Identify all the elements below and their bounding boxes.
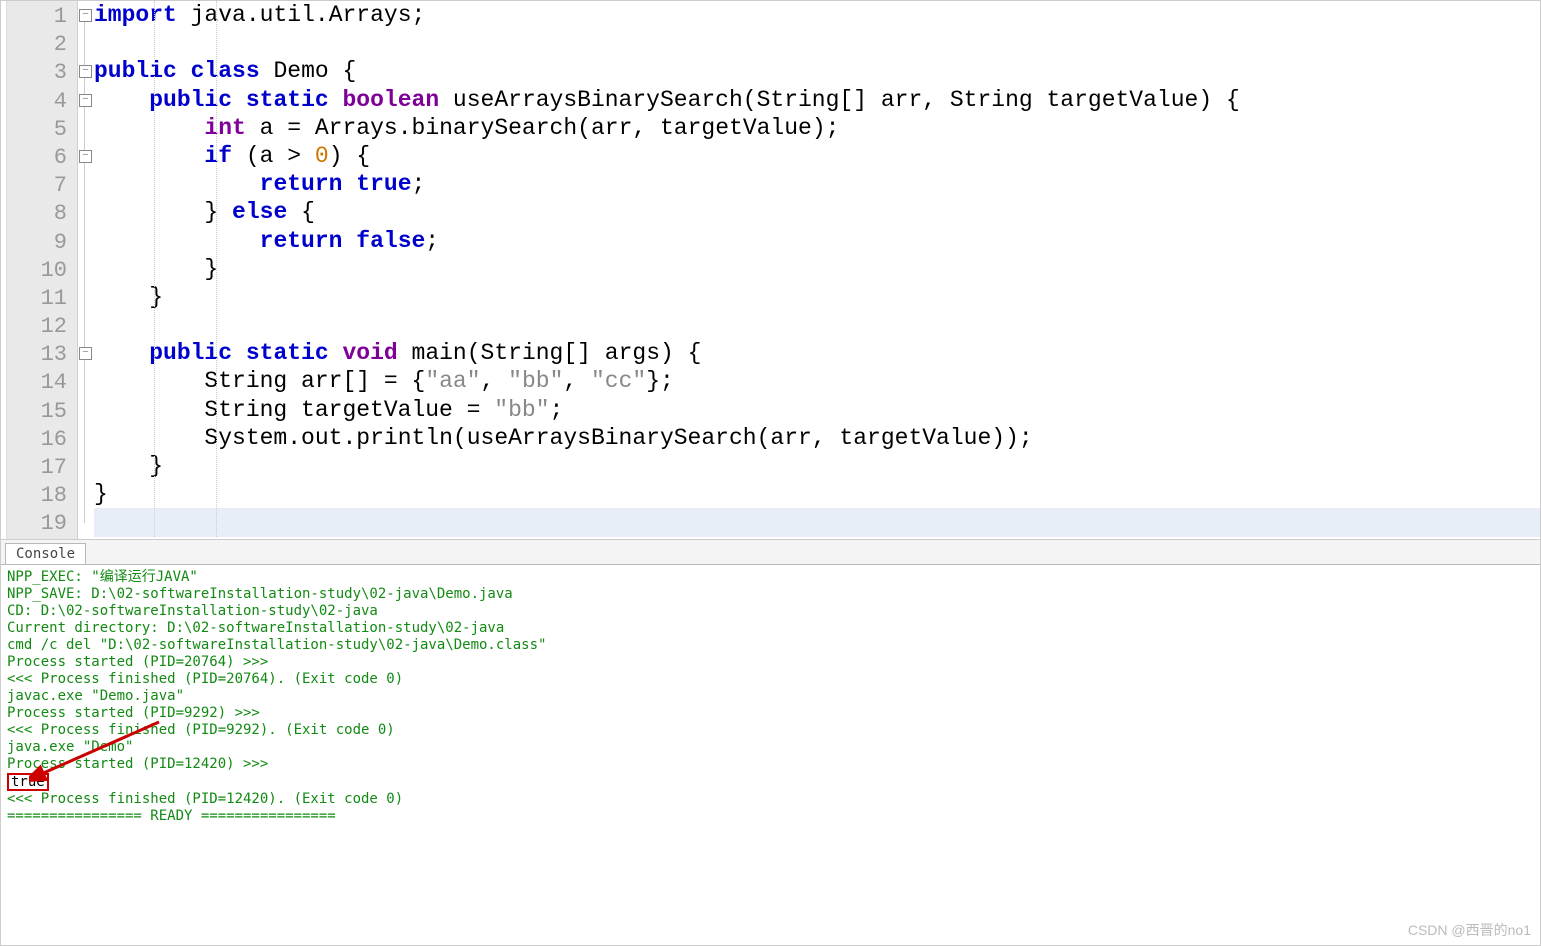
code-line[interactable]: }	[94, 480, 1540, 508]
console-line: <<< Process finished (PID=20764). (Exit …	[7, 671, 1534, 688]
line-number: 9	[7, 229, 77, 257]
line-number-gutter[interactable]: 12345678910111213141516171819	[7, 1, 78, 539]
console-output[interactable]: NPP_EXEC: "编译运行JAVA"NPP_SAVE: D:\02-soft…	[1, 565, 1540, 945]
line-number: 14	[7, 369, 77, 397]
line-number: 6	[7, 144, 77, 172]
code-line[interactable]: public static boolean useArraysBinarySea…	[94, 86, 1540, 114]
line-number: 12	[7, 313, 77, 341]
line-number: 5	[7, 116, 77, 144]
line-number: 17	[7, 454, 77, 482]
line-number: 1	[7, 3, 77, 31]
editor-area: 12345678910111213141516171819 −−−−− impo…	[1, 1, 1540, 540]
console-line: CD: D:\02-softwareInstallation-study\02-…	[7, 603, 1534, 620]
code-editor[interactable]: import java.util.Arrays; public class De…	[92, 1, 1540, 539]
console-line: javac.exe "Demo.java"	[7, 688, 1534, 705]
code-line[interactable]: return true;	[94, 170, 1540, 198]
console-line: cmd /c del "D:\02-softwareInstallation-s…	[7, 637, 1534, 654]
console-line: ================ READY ================	[7, 808, 1534, 825]
code-line[interactable]: System.out.println(useArraysBinarySearch…	[94, 424, 1540, 452]
line-number: 13	[7, 341, 77, 369]
code-line[interactable]: import java.util.Arrays;	[94, 1, 1540, 29]
code-line[interactable]: return false;	[94, 227, 1540, 255]
console-line: Process started (PID=12420) >>>	[7, 756, 1534, 773]
tab-console[interactable]: Console	[5, 543, 86, 564]
console-line: <<< Process finished (PID=12420). (Exit …	[7, 791, 1534, 808]
code-line[interactable]: public class Demo {	[94, 57, 1540, 85]
console-line: Process started (PID=20764) >>>	[7, 654, 1534, 671]
line-number: 19	[7, 510, 77, 538]
console-line: NPP_SAVE: D:\02-softwareInstallation-stu…	[7, 586, 1534, 603]
fold-toggle-icon[interactable]: −	[79, 65, 92, 78]
code-line[interactable]: if (a > 0) {	[94, 142, 1540, 170]
console-output-line: true	[7, 773, 1534, 791]
line-number: 16	[7, 426, 77, 454]
line-number: 8	[7, 200, 77, 228]
code-line[interactable]: String arr[] = {"aa", "bb", "cc"};	[94, 367, 1540, 395]
console-line: <<< Process finished (PID=9292). (Exit c…	[7, 722, 1534, 739]
fold-toggle-icon[interactable]: −	[79, 347, 92, 360]
fold-toggle-icon[interactable]: −	[79, 150, 92, 163]
line-number: 3	[7, 59, 77, 87]
code-line[interactable]: int a = Arrays.binarySearch(arr, targetV…	[94, 114, 1540, 142]
console-tabbar: Console	[1, 540, 1540, 565]
console-line: Process started (PID=9292) >>>	[7, 705, 1534, 722]
console-line: java.exe "Demo"	[7, 739, 1534, 756]
line-number: 2	[7, 31, 77, 59]
code-line[interactable]	[94, 29, 1540, 57]
console-line: Current directory: D:\02-softwareInstall…	[7, 620, 1534, 637]
line-number: 18	[7, 482, 77, 510]
line-number: 10	[7, 257, 77, 285]
line-number: 4	[7, 88, 77, 116]
console-line: NPP_EXEC: "编译运行JAVA"	[7, 569, 1534, 586]
app-root: 12345678910111213141516171819 −−−−− impo…	[0, 0, 1541, 946]
code-line[interactable]: public static void main(String[] args) {	[94, 339, 1540, 367]
code-line[interactable]: } else {	[94, 198, 1540, 226]
code-line[interactable]: }	[94, 452, 1540, 480]
program-output-value: true	[7, 773, 49, 791]
fold-toggle-icon[interactable]: −	[79, 94, 92, 107]
code-line[interactable]: String targetValue = "bb";	[94, 396, 1540, 424]
line-number: 7	[7, 172, 77, 200]
code-line[interactable]: }	[94, 283, 1540, 311]
fold-column[interactable]: − − − − −	[78, 1, 92, 539]
fold-toggle-icon[interactable]: −	[79, 9, 92, 22]
code-line[interactable]	[94, 508, 1540, 536]
code-line[interactable]	[94, 311, 1540, 339]
line-number: 11	[7, 285, 77, 313]
line-number: 15	[7, 398, 77, 426]
watermark-text: CSDN @西晋的no1	[1408, 920, 1531, 940]
code-line[interactable]: }	[94, 255, 1540, 283]
